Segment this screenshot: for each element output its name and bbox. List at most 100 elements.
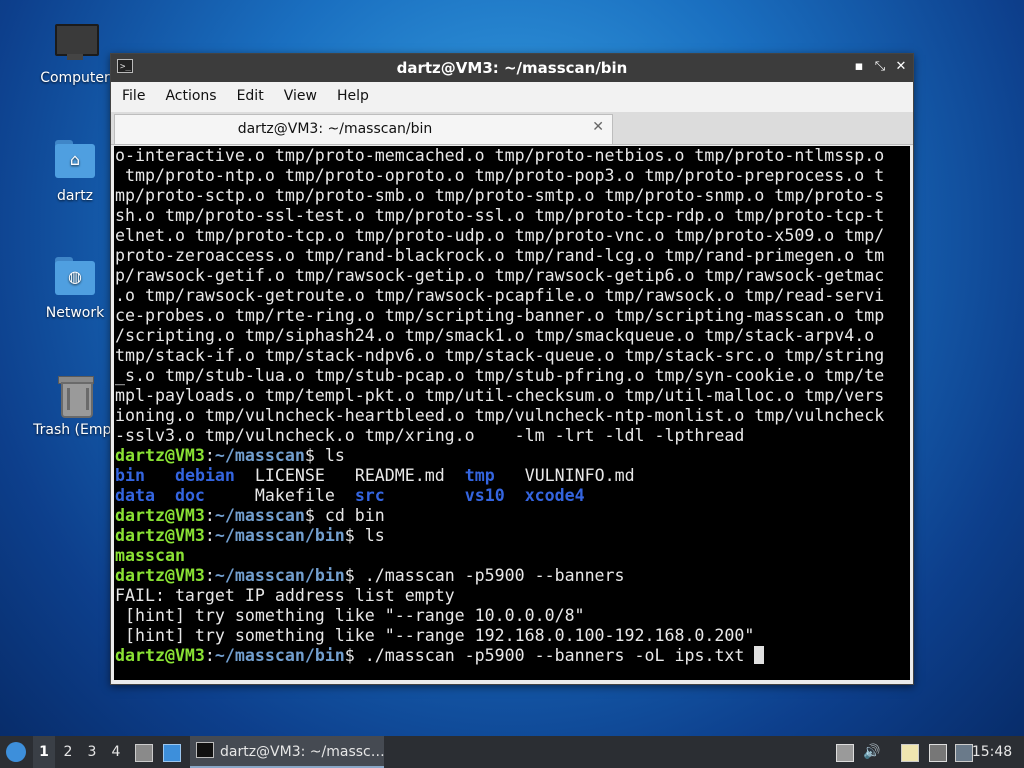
workspace-3[interactable]: 3 — [81, 736, 103, 768]
prompt-dollar: $ — [344, 646, 365, 665]
start-menu-button[interactable] — [4, 736, 28, 768]
taskbar: 1 2 3 4 dartz@VM3: ~/massc… 🔊 15:48 — [0, 736, 1024, 768]
menu-view[interactable]: View — [273, 82, 326, 104]
trash-icon — [53, 372, 97, 418]
ls-entry: debian — [174, 466, 235, 485]
hint-line: [hint] try something like "--range 192.1… — [115, 626, 755, 645]
prompt-user: dartz@VM3 — [115, 566, 205, 585]
output-line: /scripting.o tmp/siphash24.o tmp/smack1.… — [115, 326, 875, 345]
prompt-user: dartz@VM3 — [115, 526, 205, 545]
title-bar[interactable]: >_ dartz@VM3: ~/masscan/bin ▪ ⤡ ✕ — [111, 54, 913, 82]
prompt-colon: : — [204, 566, 215, 585]
output-line: -sslv3.o tmp/vulncheck.o tmp/xring.o -lm… — [115, 426, 745, 445]
error-line: FAIL: target IP address list empty — [115, 586, 455, 605]
prompt-user: dartz@VM3 — [115, 446, 205, 465]
command-input[interactable]: ./masscan -p5900 --banners -oL ips.txt — [365, 646, 755, 665]
file-manager-launcher-icon[interactable] — [135, 744, 153, 762]
prompt-colon: : — [204, 526, 215, 545]
menu-actions[interactable]: Actions — [154, 82, 225, 104]
ls-entry: src — [354, 486, 385, 505]
prompt-colon: : — [204, 446, 215, 465]
workspace-2[interactable]: 2 — [57, 736, 79, 768]
prompt-path: ~/masscan/bin — [214, 566, 345, 585]
command-text: ./masscan -p5900 --banners — [364, 566, 625, 585]
ls-entry: README.md — [354, 466, 445, 485]
volume-icon[interactable]: 🔊 — [863, 744, 880, 760]
ls-entry: data — [115, 486, 155, 505]
desktop-icon-computer[interactable]: Computer — [27, 20, 123, 86]
prompt-user: dartz@VM3 — [115, 646, 205, 665]
prompt-dollar: $ — [344, 526, 365, 545]
removable-media-icon[interactable] — [836, 744, 854, 762]
task-label: dartz@VM3: ~/massc… — [220, 744, 384, 760]
ls-entry: bin — [115, 466, 145, 485]
maximize-button[interactable]: ⤡ — [872, 59, 888, 75]
terminal-tab[interactable]: dartz@VM3: ~/masscan/bin ✕ — [114, 114, 613, 144]
prompt-path: ~/masscan/bin — [214, 646, 345, 665]
output-line: o-interactive.o tmp/proto-memcached.o tm… — [115, 146, 885, 165]
hint-line: [hint] try something like "--range 10.0.… — [115, 606, 585, 625]
output-line: sh.o tmp/proto-ssl-test.o tmp/proto-ssl.… — [115, 206, 885, 225]
terminal-output[interactable]: o-interactive.o tmp/proto-memcached.o tm… — [114, 146, 910, 680]
output-line: ce-probes.o tmp/rte-ring.o tmp/scripting… — [115, 306, 885, 325]
output-line: elnet.o tmp/proto-tcp.o tmp/proto-udp.o … — [115, 226, 885, 245]
ls-entry: doc — [174, 486, 205, 505]
terminal-task-icon — [196, 742, 214, 758]
desktop-icon-home[interactable]: ⌂ dartz — [27, 138, 123, 204]
minimize-button[interactable]: ▪ — [851, 59, 867, 75]
command-text: cd bin — [324, 506, 385, 525]
output-line: ioning.o tmp/vulncheck-heartbleed.o tmp/… — [115, 406, 885, 425]
prompt-colon: : — [204, 646, 215, 665]
workspace-4[interactable]: 4 — [105, 736, 127, 768]
network-folder-icon: ◍ — [53, 255, 97, 299]
tab-bar: dartz@VM3: ~/masscan/bin ✕ — [111, 112, 913, 145]
prompt-colon: : — [204, 506, 215, 525]
show-desktop-icon[interactable] — [163, 744, 181, 762]
home-folder-icon: ⌂ — [53, 138, 97, 182]
command-text: ls — [364, 526, 385, 545]
output-line: _s.o tmp/stub-lua.o tmp/stub-pcap.o tmp/… — [115, 366, 885, 385]
menu-help[interactable]: Help — [326, 82, 378, 104]
start-menu-icon — [6, 742, 26, 762]
output-line: mp/proto-sctp.o tmp/proto-smb.o tmp/prot… — [115, 186, 885, 205]
output-line: p/rawsock-getif.o tmp/rawsock-getip.o tm… — [115, 266, 885, 285]
output-line: .o tmp/rawsock-getroute.o tmp/rawsock-pc… — [115, 286, 885, 305]
ls-entry: tmp — [464, 466, 495, 485]
desktop-icon-label: Computer — [40, 70, 110, 86]
taskbar-terminal-task[interactable]: dartz@VM3: ~/massc… — [190, 736, 384, 768]
menu-edit[interactable]: Edit — [226, 82, 273, 104]
prompt-path: ~/masscan — [214, 446, 305, 465]
prompt-dollar: $ — [304, 446, 325, 465]
desktop-icon-network[interactable]: ◍ Network — [27, 255, 123, 321]
desktop-icon-label: Network — [45, 305, 105, 321]
ls-entry: xcode4 — [524, 486, 585, 505]
clipboard-icon[interactable] — [901, 744, 919, 762]
prompt-dollar: $ — [304, 506, 325, 525]
menu-bar: File Actions Edit View Help — [111, 82, 913, 112]
text-cursor — [754, 646, 765, 664]
tab-close-icon[interactable]: ✕ — [592, 119, 604, 135]
ls-entry: VULNINFO.md — [524, 466, 635, 485]
workspace-1[interactable]: 1 — [33, 736, 55, 768]
keyboard-icon[interactable] — [929, 744, 947, 762]
output-line: mpl-payloads.o tmp/templ-pkt.o tmp/util-… — [115, 386, 885, 405]
close-button[interactable]: ✕ — [893, 59, 909, 75]
prompt-path: ~/masscan — [214, 506, 305, 525]
ls-entry: vs10 — [464, 486, 505, 505]
ls-entry: LICENSE — [254, 466, 325, 485]
output-line: tmp/proto-ntp.o tmp/proto-oproto.o tmp/p… — [115, 166, 885, 185]
window-title: dartz@VM3: ~/masscan/bin — [396, 59, 628, 77]
output-line: proto-zeroaccess.o tmp/rand-blackrock.o … — [115, 246, 885, 265]
ls-entry: masscan — [115, 546, 185, 565]
output-line: tmp/stack-if.o tmp/stack-ndpv6.o tmp/sta… — [115, 346, 885, 365]
menu-file[interactable]: File — [111, 82, 154, 104]
prompt-dollar: $ — [344, 566, 365, 585]
clock[interactable]: 15:48 — [970, 736, 1014, 768]
ls-entry: Makefile — [254, 486, 335, 505]
terminal-window: >_ dartz@VM3: ~/masscan/bin ▪ ⤡ ✕ File Ac… — [110, 53, 914, 685]
prompt-path: ~/masscan/bin — [214, 526, 345, 545]
prompt-user: dartz@VM3 — [115, 506, 205, 525]
desktop-icon-label: dartz — [56, 188, 94, 204]
tab-label: dartz@VM3: ~/masscan/bin — [237, 121, 433, 137]
computer-icon — [53, 20, 99, 64]
